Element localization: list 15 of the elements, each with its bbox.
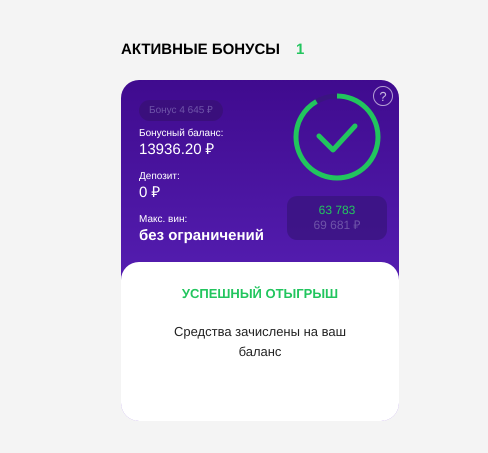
status-message: Средства зачислены на ваш баланс	[172, 322, 348, 360]
section-title: АКТИВНЫЕ БОНУСЫ	[121, 40, 280, 60]
wager-target: 69 681 ₽	[313, 218, 361, 233]
field-value: 0 ₽	[139, 183, 162, 203]
field-label: Депозит:	[139, 170, 181, 183]
field-label: Макс. вин:	[139, 213, 188, 226]
help-button[interactable]: ?	[373, 86, 393, 106]
status-title: УСПЕШНЫЙ ОТЫГРЫШ	[182, 285, 338, 303]
wagered-amount: 63 783	[318, 203, 356, 218]
field-label: Бонусный баланс:	[139, 127, 224, 140]
checkmark-icon	[316, 124, 358, 152]
field-value: 13936.20 ₽	[139, 140, 216, 160]
bonus-tag: Бонус 4 645 ₽	[139, 100, 224, 121]
field-value: без ограничений	[139, 226, 265, 246]
bonus-count: 1	[296, 40, 304, 60]
